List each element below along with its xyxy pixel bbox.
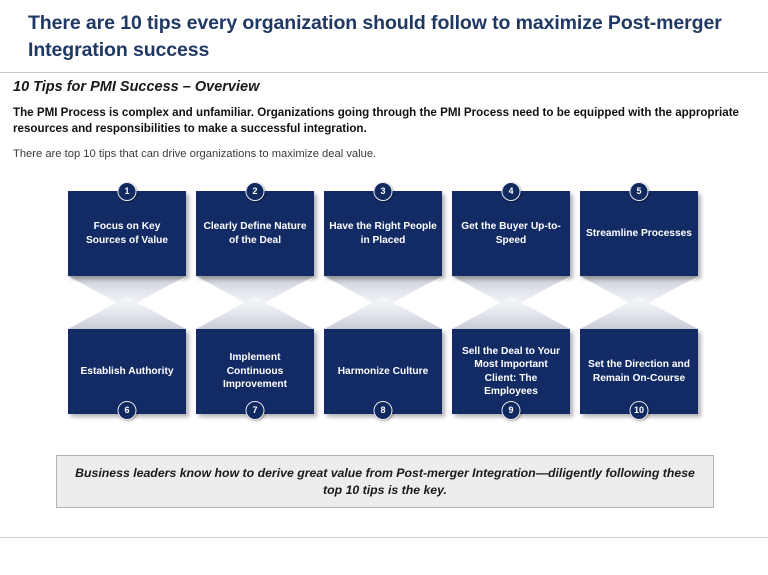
tip-column-4: 4 Get the Buyer Up-to-Speed Sell the Dea… [452, 175, 570, 430]
tip-column-1: 1 Focus on Key Sources of Value Establis… [68, 175, 186, 430]
tip-box-2[interactable]: Clearly Define Nature of the Deal [196, 191, 314, 276]
connector-arrow-up-1 [68, 297, 186, 329]
tip-box-4[interactable]: Get the Buyer Up-to-Speed [452, 191, 570, 276]
tip-badge-1: 1 [117, 182, 137, 201]
tip-box-5[interactable]: Streamline Processes [580, 191, 698, 276]
connector-arrow-up-3 [324, 297, 442, 329]
tip-badge-9: 9 [501, 401, 521, 420]
tip-badge-4: 4 [501, 182, 521, 201]
tips-diagram: 1 Focus on Key Sources of Value Establis… [0, 175, 768, 430]
connector-arrow-up-4 [452, 297, 570, 329]
header-divider [0, 72, 768, 73]
connector-arrow-up-2 [196, 297, 314, 329]
tip-badge-3: 3 [373, 182, 393, 201]
lead-paragraph: The PMI Process is complex and unfamilia… [13, 106, 740, 136]
connector-arrow-up-5 [580, 297, 698, 329]
page-title: There are 10 tips every organization sho… [28, 12, 722, 61]
slide-canvas: There are 10 tips every organization sho… [0, 0, 768, 575]
tip-badge-8: 8 [373, 401, 393, 420]
tip-box-3[interactable]: Have the Right People in Placed [324, 191, 442, 276]
footer: flevypro This document is an exclusive d… [0, 538, 768, 575]
key-message-callout: Business leaders know how to derive grea… [56, 455, 714, 508]
section-heading: 10 Tips for PMI Success – Overview [13, 79, 260, 95]
tip-badge-2: 2 [245, 182, 265, 201]
tip-column-3: 3 Have the Right People in Placed Harmon… [324, 175, 442, 430]
sub-paragraph: There are top 10 tips that can drive org… [13, 148, 377, 160]
tip-badge-6: 6 [117, 401, 137, 420]
tip-column-2: 2 Clearly Define Nature of the Deal Impl… [196, 175, 314, 430]
tip-box-1[interactable]: Focus on Key Sources of Value [68, 191, 186, 276]
tip-badge-5: 5 [629, 182, 649, 201]
tip-column-5: 5 Streamline Processes Set the Direction… [580, 175, 698, 430]
tip-badge-10: 10 [629, 401, 649, 420]
tip-badge-7: 7 [245, 401, 265, 420]
